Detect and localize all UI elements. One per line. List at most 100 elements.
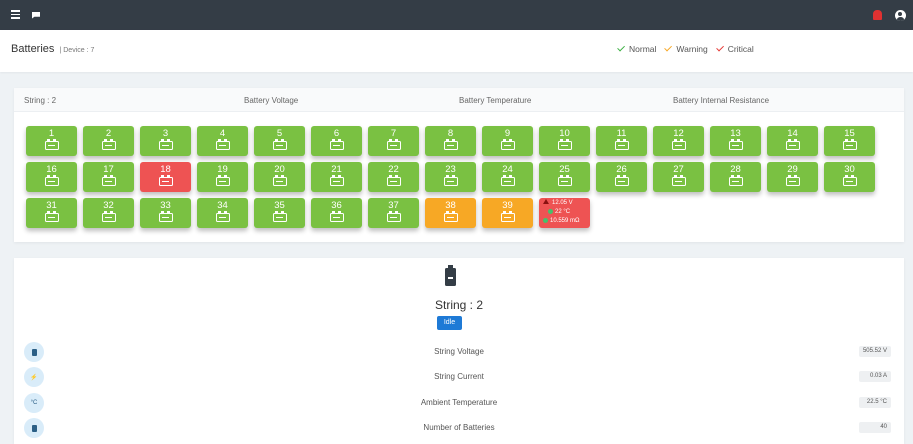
battery-icon <box>785 138 800 150</box>
info-row-string-current: ⚡ String Current 0.03 A <box>14 365 904 387</box>
battery-cell[interactable]: 37 <box>368 198 419 229</box>
battery-cell[interactable]: 16 <box>26 162 77 193</box>
page-header: Batteries | Device : 7 Normal Warning Cr… <box>0 30 913 72</box>
legend-critical-label: Critical <box>727 44 754 54</box>
battery-cell[interactable]: 18 <box>140 162 191 193</box>
battery-number: 3 <box>162 128 169 139</box>
battery-icon <box>272 138 287 150</box>
battery-cell[interactable]: 28 <box>710 162 761 193</box>
battery-number: 19 <box>217 164 228 176</box>
string-title: String : 2 <box>434 298 484 312</box>
battery-cell[interactable]: 39 <box>482 198 533 229</box>
battery-icon <box>386 138 401 150</box>
battery-cell[interactable]: 38 <box>425 198 476 229</box>
battery-detail-cell[interactable]: 12.05 V 22 °C 10.559 mΩ <box>539 198 590 229</box>
detail-voltage-value: 12.05 V <box>552 200 573 207</box>
battery-number: 4 <box>219 128 226 139</box>
battery-number: 33 <box>160 200 171 212</box>
battery-cell[interactable]: 33 <box>140 198 191 229</box>
battery-cell[interactable]: 13 <box>710 126 761 156</box>
battery-icon <box>272 210 287 223</box>
battery-cell[interactable]: 1 <box>26 126 77 156</box>
battery-cell[interactable]: 34 <box>197 198 248 229</box>
battery-cell[interactable]: 30 <box>824 162 875 193</box>
user-icon[interactable] <box>894 9 906 21</box>
battery-cell[interactable]: 27 <box>653 162 704 193</box>
battery-number: 21 <box>331 164 342 176</box>
status-legend: Normal Warning Critical <box>617 43 754 54</box>
page-title: Batteries | Device : 7 <box>11 43 94 55</box>
battery-cell[interactable]: 4 <box>197 126 248 156</box>
battery-number: 20 <box>274 164 285 176</box>
info-value: 505.52 V <box>858 346 891 357</box>
battery-number: 8 <box>447 128 454 139</box>
battery-number: 29 <box>787 164 798 176</box>
battery-icon <box>614 174 629 187</box>
battery-cell[interactable]: 32 <box>83 198 134 229</box>
battery-cell[interactable]: 11 <box>596 126 647 156</box>
battery-cell[interactable]: 20 <box>254 162 305 193</box>
string-column: String : 2 <box>24 96 57 105</box>
battery-cell[interactable]: 5 <box>254 126 305 156</box>
menu-icon[interactable] <box>9 10 21 19</box>
battery-icon <box>101 174 116 187</box>
battery-cell[interactable]: 9 <box>482 126 533 156</box>
voltage-column[interactable]: Battery Voltage <box>244 96 298 105</box>
battery-cell[interactable]: 21 <box>311 162 362 193</box>
battery-icon <box>443 174 458 187</box>
info-row-number-of-batteries: Number of Batteries 40 <box>14 416 904 438</box>
battery-icon <box>443 138 458 150</box>
battery-number: 24 <box>502 164 513 176</box>
battery-cell[interactable]: 8 <box>425 126 476 156</box>
info-row-ambient-temperature: °C Ambient Temperature 22.5 °C <box>14 391 904 413</box>
battery-number: 5 <box>276 128 283 139</box>
battery-cell[interactable]: 6 <box>311 126 362 156</box>
battery-cell[interactable]: 15 <box>824 126 875 156</box>
battery-cell[interactable]: 29 <box>767 162 818 193</box>
battery-cell[interactable]: 36 <box>311 198 362 229</box>
battery-icon <box>158 138 173 150</box>
battery-cell[interactable]: 25 <box>539 162 590 193</box>
battery-icon <box>445 265 456 286</box>
battery-cell[interactable]: 7 <box>368 126 419 156</box>
battery-icon <box>272 174 287 187</box>
battery-cell[interactable]: 23 <box>425 162 476 193</box>
battery-number: 13 <box>730 128 741 139</box>
info-label: Number of Batteries <box>423 423 495 432</box>
battery-number: 27 <box>673 164 684 176</box>
battery-cell[interactable]: 12 <box>653 126 704 156</box>
battery-icon <box>44 210 59 223</box>
battery-cell[interactable]: 10 <box>539 126 590 156</box>
alarm-bell-icon[interactable] <box>871 9 883 21</box>
battery-icon <box>101 210 116 223</box>
battery-icon <box>842 138 857 150</box>
battery-cell[interactable]: 3 <box>140 126 191 156</box>
battery-cell[interactable]: 31 <box>26 198 77 229</box>
battery-cell[interactable]: 26 <box>596 162 647 193</box>
battery-icon <box>614 138 629 150</box>
battery-cell[interactable]: 22 <box>368 162 419 193</box>
battery-cell[interactable]: 17 <box>83 162 134 193</box>
battery-number: 10 <box>559 128 570 139</box>
battery-icon <box>500 210 515 223</box>
battery-number: 9 <box>504 128 511 139</box>
detail-resistance-value: 10.559 mΩ <box>550 218 580 225</box>
info-label: String Voltage <box>434 347 484 356</box>
battery-cell[interactable]: 14 <box>767 126 818 156</box>
detail-voltage: 12.05 V <box>539 199 590 208</box>
temperature-column[interactable]: Battery Temperature <box>459 96 531 105</box>
legend-warning: Warning <box>664 43 708 54</box>
battery-cell[interactable]: 24 <box>482 162 533 193</box>
flag-icon[interactable] <box>30 9 42 21</box>
battery-cell[interactable]: 19 <box>197 162 248 193</box>
warning-triangle-icon <box>543 199 549 205</box>
battery-number: 38 <box>445 200 456 212</box>
battery-icon <box>329 174 344 187</box>
device-label: | Device : 7 <box>59 47 95 54</box>
resistance-column[interactable]: Battery Internal Resistance <box>673 96 769 105</box>
battery-icon <box>215 174 230 187</box>
battery-number: 23 <box>445 164 456 176</box>
battery-cell[interactable]: 2 <box>83 126 134 156</box>
string-info-panel: String : 2 Idle String Voltage 505.52 V … <box>14 258 904 444</box>
battery-cell[interactable]: 35 <box>254 198 305 229</box>
